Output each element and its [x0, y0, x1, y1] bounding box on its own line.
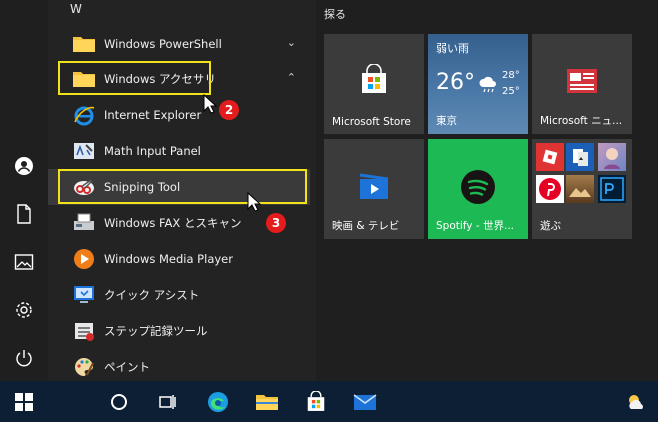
tile-label: Spotify - 世界... — [436, 220, 514, 232]
app-item-windows-media-player[interactable]: Windows Media Player — [48, 241, 310, 277]
mouse-cursor-icon — [203, 93, 218, 114]
app-item-internet-explorer[interactable]: Internet Explorer — [48, 97, 310, 133]
tile-label: Microsoft Store — [332, 116, 411, 128]
mail-envelope-icon — [353, 393, 377, 410]
game-scene-icon — [566, 175, 594, 203]
app-item-quick-assist[interactable]: クイック アシスト — [48, 277, 310, 313]
snipping-tool-scissors-icon — [72, 175, 96, 199]
weather-high: 28° — [502, 70, 520, 81]
settings-gear-icon[interactable] — [10, 296, 38, 324]
start-button[interactable] — [2, 381, 46, 422]
weather-sun-cloud-icon — [629, 394, 643, 409]
weather-temperature: 26° — [436, 70, 475, 95]
task-view-icon — [159, 394, 176, 409]
solitaire-cards-icon — [566, 143, 594, 171]
tile-group-title[interactable]: 探る — [324, 6, 346, 22]
photoshop-icon — [598, 175, 626, 203]
file-explorer-icon — [256, 394, 278, 410]
app-item-paint[interactable]: ペイント — [48, 349, 310, 385]
app-item-snipping-tool[interactable]: Snipping Tool — [48, 169, 310, 205]
windows-logo-icon — [15, 392, 33, 411]
app-label: Math Input Panel — [104, 144, 201, 158]
edge-browser-icon — [208, 391, 228, 412]
internet-explorer-icon — [72, 103, 96, 127]
spotify-logo-icon — [460, 169, 496, 209]
app-label: クイック アシスト — [104, 288, 200, 302]
cortana-circle-icon — [111, 393, 127, 410]
app-label: Windows PowerShell — [104, 37, 222, 51]
app-label: Internet Explorer — [104, 108, 202, 122]
taskbar-store-button[interactable] — [294, 381, 338, 422]
tile-movies-tv[interactable]: 映画 & テレビ — [324, 139, 424, 239]
app-item-windows-powershell[interactable]: Windows PowerShell ⌄ — [48, 26, 310, 62]
chevron-up-icon: ⌃ — [286, 71, 296, 84]
roblox-icon — [536, 143, 564, 171]
app-item-windows-accessories[interactable]: Windows アクセサリ ⌃ — [48, 61, 310, 97]
tile-spotify[interactable]: Spotify - 世界... — [428, 139, 528, 239]
app-label: ペイント — [104, 360, 150, 374]
app-label: Windows FAX とスキャン — [104, 216, 242, 230]
quick-assist-icon — [72, 283, 96, 307]
taskbar-file-explorer-button[interactable] — [245, 381, 289, 422]
math-input-panel-icon — [72, 139, 96, 163]
game-character-icon — [598, 143, 626, 171]
app-list: W Windows PowerShell ⌄ Windows アクセサリ ⌃ I… — [48, 0, 316, 381]
weather-low: 25° — [502, 86, 520, 97]
taskbar-edge-button[interactable] — [196, 381, 240, 422]
section-letter-header[interactable]: W — [70, 2, 82, 16]
power-icon[interactable] — [10, 344, 38, 372]
app-item-math-input-panel[interactable]: Math Input Panel — [48, 133, 310, 169]
weather-condition: 弱い雨 — [436, 42, 469, 55]
user-account-icon[interactable] — [10, 152, 38, 180]
folder-icon — [72, 32, 96, 56]
tile-label: 東京 — [436, 115, 457, 127]
tiles-panel: 探る Microsoft Store 弱い雨 26° 28° 25° 東京 Mi… — [316, 0, 658, 381]
paint-palette-icon — [72, 355, 96, 379]
app-label: Windows Media Player — [104, 252, 233, 266]
step-badge-3: 3 — [266, 213, 286, 233]
weather-tray-button[interactable] — [614, 381, 658, 422]
step-badge-2: 2 — [219, 100, 239, 120]
taskbar-mail-button[interactable] — [343, 381, 387, 422]
news-icon — [566, 68, 598, 98]
tile-microsoft-news[interactable]: Microsoft ニュ... — [532, 34, 632, 134]
app-label: ステップ記録ツール — [104, 324, 208, 338]
cortana-search-button[interactable] — [97, 381, 141, 422]
task-view-button[interactable] — [145, 381, 189, 422]
media-player-icon — [72, 247, 96, 271]
steps-recorder-icon — [72, 319, 96, 343]
tile-label: Microsoft ニュ... — [540, 115, 623, 127]
tile-weather[interactable]: 弱い雨 26° 28° 25° 東京 — [428, 34, 528, 134]
movies-tv-icon — [358, 173, 390, 205]
chevron-down-icon: ⌄ — [286, 36, 296, 49]
app-label: Snipping Tool — [104, 180, 181, 194]
tile-play-folder[interactable]: 遊ぶ — [532, 139, 632, 239]
mouse-cursor-icon — [247, 191, 262, 212]
microsoft-store-bag-icon — [358, 63, 390, 100]
fax-scan-icon — [72, 211, 96, 235]
store-bag-icon — [307, 390, 325, 411]
tile-microsoft-store[interactable]: Microsoft Store — [324, 34, 424, 134]
start-menu-rail — [0, 0, 48, 381]
rain-cloud-icon — [478, 76, 498, 98]
app-label: Windows アクセサリ — [104, 72, 216, 86]
app-item-steps-recorder[interactable]: ステップ記録ツール — [48, 313, 310, 349]
documents-icon[interactable] — [10, 200, 38, 228]
tile-label: 遊ぶ — [540, 220, 561, 232]
pictures-icon[interactable] — [10, 248, 38, 276]
pinterest-icon — [536, 175, 564, 203]
taskbar — [0, 381, 658, 422]
folder-icon — [72, 67, 96, 91]
tile-label: 映画 & テレビ — [332, 220, 400, 232]
